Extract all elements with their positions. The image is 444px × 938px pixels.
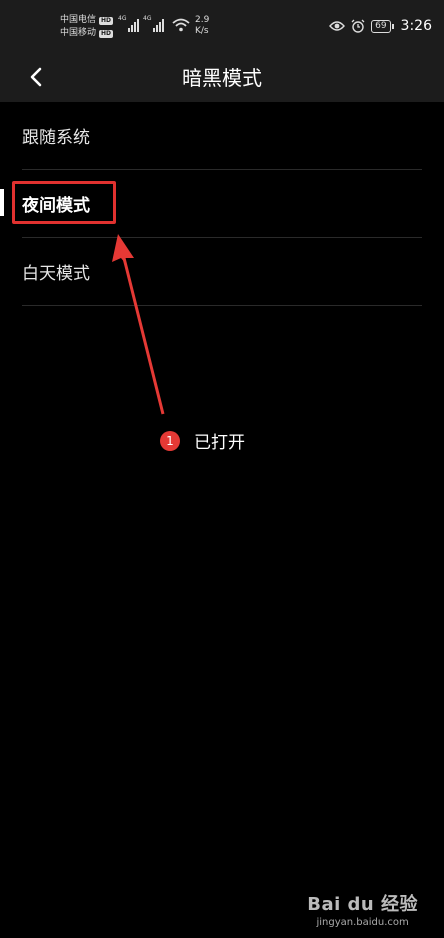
annotation: 1 已打开 <box>160 428 245 453</box>
screen: 中国电信 HD 中国移动 HD 4G 4G 2.9 K/s 69 3:26 暗黑… <box>0 0 444 938</box>
watermark-logo: Bai du 经验 <box>307 894 418 915</box>
annotation-arrow <box>112 234 165 415</box>
annotation-text: 已打开 <box>194 433 245 453</box>
annotation-number-badge: 1 <box>160 430 180 451</box>
baidu-watermark: Bai du 经验 jingyan.baidu.com <box>307 890 418 928</box>
watermark-url: jingyan.baidu.com <box>316 917 409 928</box>
